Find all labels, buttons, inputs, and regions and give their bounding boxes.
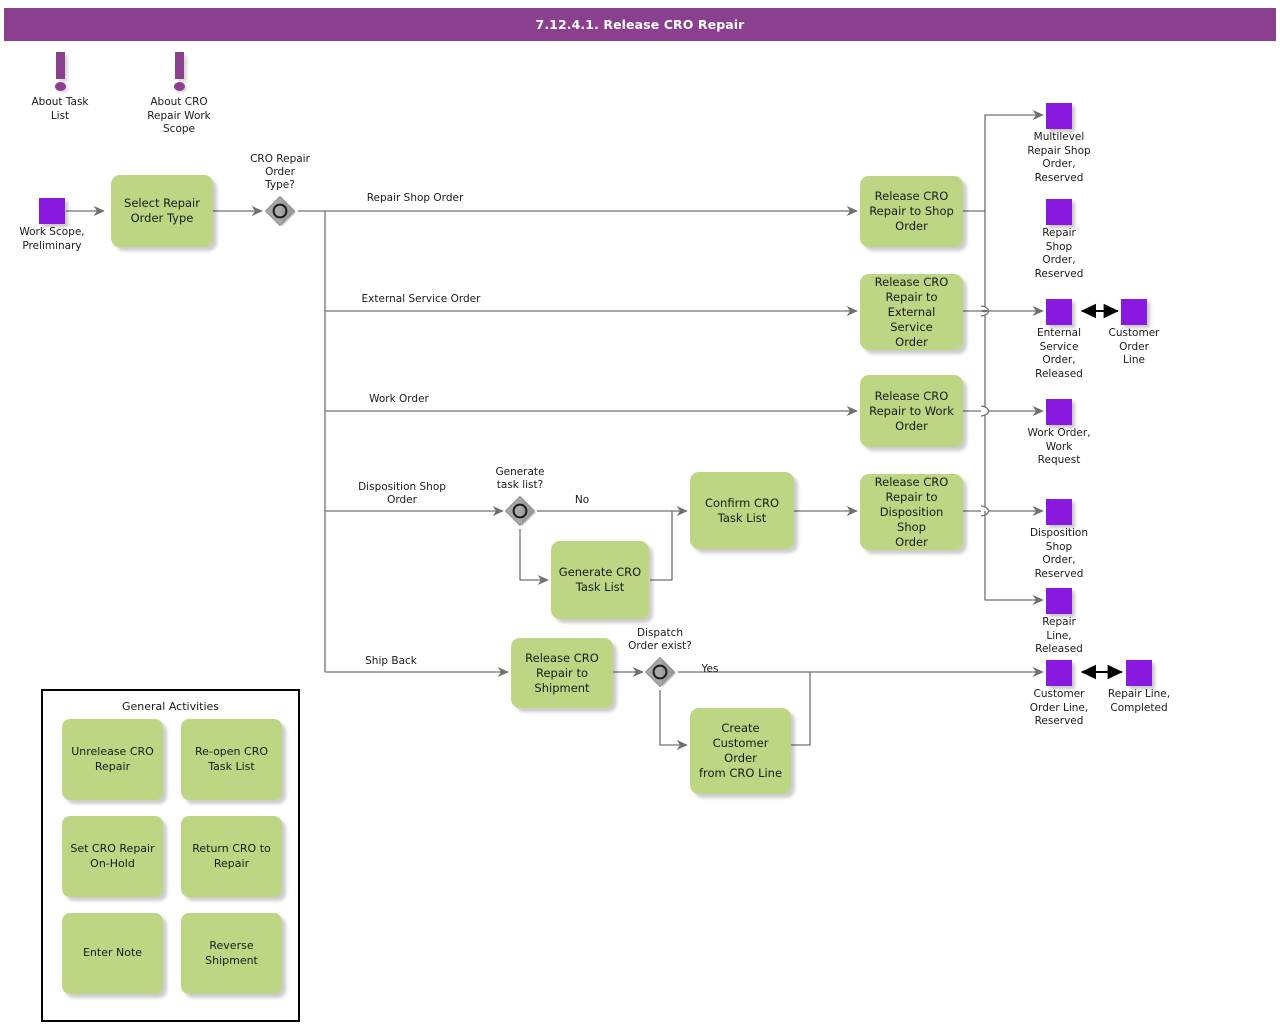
activity-create-customer-order-from-cro-line[interactable]: Create Customer Order from CRO Line	[690, 708, 791, 794]
end-event-customer-order-line-reserved[interactable]: Customer Order Line, Reserved	[1030, 660, 1088, 727]
event-marker	[1046, 588, 1072, 614]
end-event-customer-order-line[interactable]: Customer Order Line	[1108, 299, 1160, 366]
event-label: Multilevel Repair Shop Order, Reserved	[1027, 131, 1091, 184]
legend-item-reverse-shipment[interactable]: Reverse Shipment	[181, 913, 282, 994]
legend-item-return-cro-to-repair[interactable]: Return CRO to Repair	[181, 816, 282, 897]
gateway-label: Dispatch Order exist?	[628, 627, 692, 652]
legend-item-label: Unrelease CRO Repair	[71, 745, 154, 773]
event-gateway-icon	[504, 495, 536, 527]
annotation-about-task-list[interactable]: About Task List	[5, 52, 115, 123]
legend-item-label: Return CRO to Repair	[192, 842, 271, 870]
event-label: Repair Line, Released	[1035, 616, 1083, 655]
exclamation-icon	[174, 52, 184, 79]
event-label: Enternal Service Order, Released	[1035, 327, 1083, 380]
exclamation-dot-icon	[54, 82, 66, 91]
exclamation-icon	[55, 52, 65, 79]
page-title: 7.12.4.1. Release CRO Repair	[535, 17, 745, 32]
event-marker	[1046, 660, 1072, 686]
flow-label-repair-shop-order: Repair Shop Order	[366, 192, 464, 204]
event-gateway-icon	[264, 195, 296, 227]
event-marker	[1046, 199, 1072, 225]
legend-item-label: Re-open CRO Task List	[194, 745, 269, 773]
flow-label-work-order: Work Order	[369, 393, 429, 405]
event-label: Work Scope, Preliminary	[19, 226, 85, 252]
legend-item-set-cro-repair-on-hold[interactable]: Set CRO Repair On-Hold	[62, 816, 163, 897]
event-marker	[1126, 660, 1152, 686]
event-label: Disposition Shop Order, Reserved	[1029, 527, 1089, 580]
activity-label: Release CRO Repair to Disposition Shop O…	[874, 474, 949, 549]
annotation-label: About CRO Repair Work Scope	[147, 96, 211, 135]
activity-label: Create Customer Order from CRO Line	[698, 721, 783, 780]
legend-title: General Activities	[121, 700, 220, 713]
activity-confirm-cro-task-list[interactable]: Confirm CRO Task List	[690, 472, 794, 549]
legend-item-re-open-cro-task-list[interactable]: Re-open CRO Task List	[181, 719, 282, 800]
activity-label: Generate CRO Task List	[558, 565, 642, 594]
event-marker	[1046, 399, 1072, 425]
activity-release-cro-repair-to-disposition-shop-order[interactable]: Release CRO Repair to Disposition Shop O…	[860, 474, 963, 550]
event-label: Repair Line, Completed	[1107, 688, 1171, 714]
event-label: Customer Order Line	[1108, 327, 1160, 366]
activity-select-repair-order-type[interactable]: Select Repair Order Type	[111, 175, 213, 247]
event-gateway-icon	[644, 656, 676, 688]
flow-label-dispatch-order-yes: Yes	[701, 663, 719, 675]
legend-grid: Unrelease CRO Repair Re-open CRO Task Li…	[62, 719, 284, 994]
gateway-label: Generate task list?	[495, 466, 545, 491]
general-activities-legend: General Activities Unrelease CRO Repair …	[41, 689, 300, 1022]
activity-label: Release CRO Repair to External Service O…	[874, 274, 949, 349]
annotation-about-cro-repair-work-scope[interactable]: About CRO Repair Work Scope	[124, 52, 234, 137]
legend-item-unrelease-cro-repair[interactable]: Unrelease CRO Repair	[62, 719, 163, 800]
flow-label-generate-task-list-no: No	[574, 494, 590, 506]
gateway-cro-repair-order-type[interactable]: CRO Repair Order Type?	[250, 153, 310, 228]
legend-item-enter-note[interactable]: Enter Note	[62, 913, 163, 994]
event-marker	[1046, 299, 1072, 325]
gateway-dispatch-order-exist[interactable]: Dispatch Order exist?	[628, 627, 692, 689]
end-event-disposition-shop-order-reserved[interactable]: Disposition Shop Order, Reserved	[1030, 499, 1088, 580]
legend-item-label: Reverse Shipment	[205, 939, 258, 967]
activity-label: Select Repair Order Type	[124, 196, 200, 225]
exclamation-dot-icon	[173, 82, 185, 91]
end-event-enternal-service-order-released[interactable]: Enternal Service Order, Released	[1035, 299, 1083, 380]
activity-label: Confirm CRO Task List	[704, 495, 780, 525]
gateway-generate-task-list[interactable]: Generate task list?	[495, 466, 545, 528]
activity-release-cro-repair-to-shop-order[interactable]: Release CRO Repair to Shop Order	[860, 176, 963, 247]
activity-release-cro-repair-to-work-order[interactable]: Release CRO Repair to Work Order	[860, 375, 963, 447]
flow-label-disposition-shop-order: Disposition Shop Order	[358, 481, 446, 506]
gateway-label: CRO Repair Order Type?	[250, 153, 310, 191]
activity-label: Release CRO Repair to Shipment	[525, 650, 599, 695]
legend-item-label: Enter Note	[82, 946, 143, 960]
diagram-canvas: 7.12.4.1. Release CRO Repair About Task …	[0, 0, 1280, 1030]
end-event-repair-line-released[interactable]: Repair Line, Released	[1035, 588, 1083, 655]
end-event-repair-line-completed[interactable]: Repair Line, Completed	[1108, 660, 1170, 714]
event-marker	[1121, 299, 1147, 325]
flow-label-ship-back: Ship Back	[365, 655, 417, 667]
event-marker	[39, 198, 65, 224]
activity-label: Release CRO Repair to Shop Order	[869, 189, 954, 233]
event-marker	[1046, 103, 1072, 129]
annotation-label: About Task List	[31, 96, 89, 122]
activity-label: Release CRO Repair to Work Order	[869, 388, 954, 433]
event-label: Repair Shop Order, Reserved	[1034, 227, 1084, 280]
flow-label-external-service-order: External Service Order	[361, 293, 481, 305]
end-event-repair-shop-order-reserved[interactable]: Repair Shop Order, Reserved	[1035, 199, 1083, 280]
end-event-work-order-work-request[interactable]: Work Order, Work Request	[1027, 399, 1091, 466]
event-label: Work Order, Work Request	[1027, 427, 1091, 466]
end-event-multilevel-repair-shop-order-reserved[interactable]: Multilevel Repair Shop Order, Reserved	[1027, 103, 1091, 184]
activity-generate-cro-task-list[interactable]: Generate CRO Task List	[551, 541, 649, 619]
legend-item-label: Set CRO Repair On-Hold	[70, 842, 155, 870]
start-event-work-scope-preliminary[interactable]: Work Scope, Preliminary	[19, 198, 85, 252]
page-title-bar: 7.12.4.1. Release CRO Repair	[4, 8, 1276, 41]
activity-release-cro-repair-to-external-service-order[interactable]: Release CRO Repair to External Service O…	[860, 274, 963, 350]
event-marker	[1046, 499, 1072, 525]
